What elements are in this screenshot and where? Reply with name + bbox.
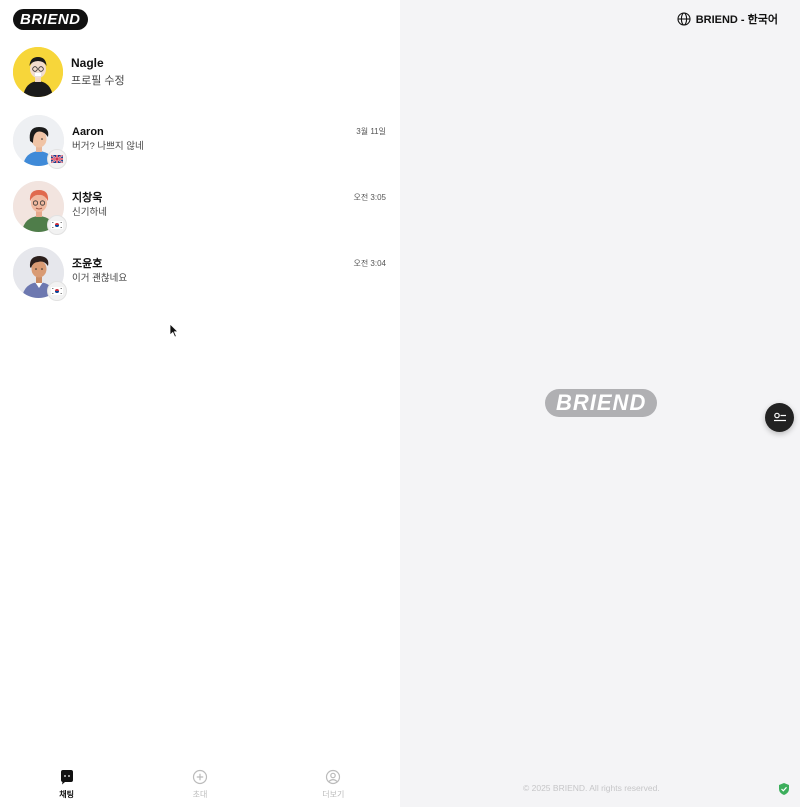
chat-name: 조윤호 [72,258,103,270]
kr-flag-icon [47,215,67,235]
copyright-text: © 2025 BRIEND. All rights reserved. [523,783,660,793]
filter-toggle-icon [773,412,786,421]
chat-last-message: 이거 괜찮네요 [72,273,128,284]
chat-last-message: 버거? 나쁘지 않네 [72,141,144,152]
briend-logo[interactable]: BRIEND [13,9,88,30]
chat-name: Aaron [72,126,104,138]
profile-avatar-illustration [13,47,63,97]
language-label: BRIEND - 한국어 [695,14,778,26]
chat-last-message: 신기하네 [72,207,107,218]
kr-flag-icon [47,281,67,301]
nav-invite[interactable]: 초대 [133,762,266,807]
chat-time: 오전 3:04 [353,259,386,268]
nav-more[interactable]: 더보기 [267,762,400,807]
floating-settings-button[interactable] [765,403,794,432]
nav-chat-label: 채팅 [59,790,75,799]
chat-avatar-wrap [13,247,67,301]
chat-list: Aaron 버거? 나쁘지 않네 3월 11일 지창욱 신기하네 오전 3:05… [0,114,400,312]
language-selector[interactable]: BRIEND - 한국어 [677,11,778,27]
globe-icon [677,12,691,26]
chat-avatar-wrap [13,115,67,169]
profile-name: Nagle [71,56,104,70]
chat-name: 지창욱 [72,192,103,204]
chat-detail-panel: BRIEND - 한국어 BRIEND © 2025 BRIEND. All r… [400,0,800,807]
chat-item-jichangwook[interactable]: 지창욱 신기하네 오전 3:05 [0,180,400,246]
profile-avatar[interactable] [13,47,63,97]
chat-item-aaron[interactable]: Aaron 버거? 나쁘지 않네 3월 11일 [0,114,400,180]
nav-invite-label: 초대 [192,790,208,799]
briend-placeholder-logo: BRIEND [545,389,658,417]
chat-avatar-wrap [13,181,67,235]
chat-item-joyunho[interactable]: 조윤호 이거 괜찮네요 오전 3:04 [0,246,400,312]
user-circle-icon [326,769,341,785]
chat-bubble-icon [60,770,73,785]
nav-more-label: 더보기 [322,790,345,799]
shield-check-icon[interactable] [777,782,791,796]
bottom-navigation: 채팅 초대 더보기 [0,762,400,807]
plus-circle-icon [192,769,208,785]
chat-time: 3월 11일 [356,127,386,136]
uk-flag-icon [47,149,67,169]
edit-profile-link[interactable]: 프로필 수정 [71,74,125,88]
chat-time: 오전 3:05 [353,193,386,202]
chat-list-panel: BRIEND Nagle 프로필 수정 Aaron 버거? 나쁘지 않네 3월 … [0,0,400,807]
mouse-cursor-icon [169,323,179,338]
my-profile[interactable]: Nagle 프로필 수정 [13,47,393,97]
nav-chat[interactable]: 채팅 [0,762,133,807]
